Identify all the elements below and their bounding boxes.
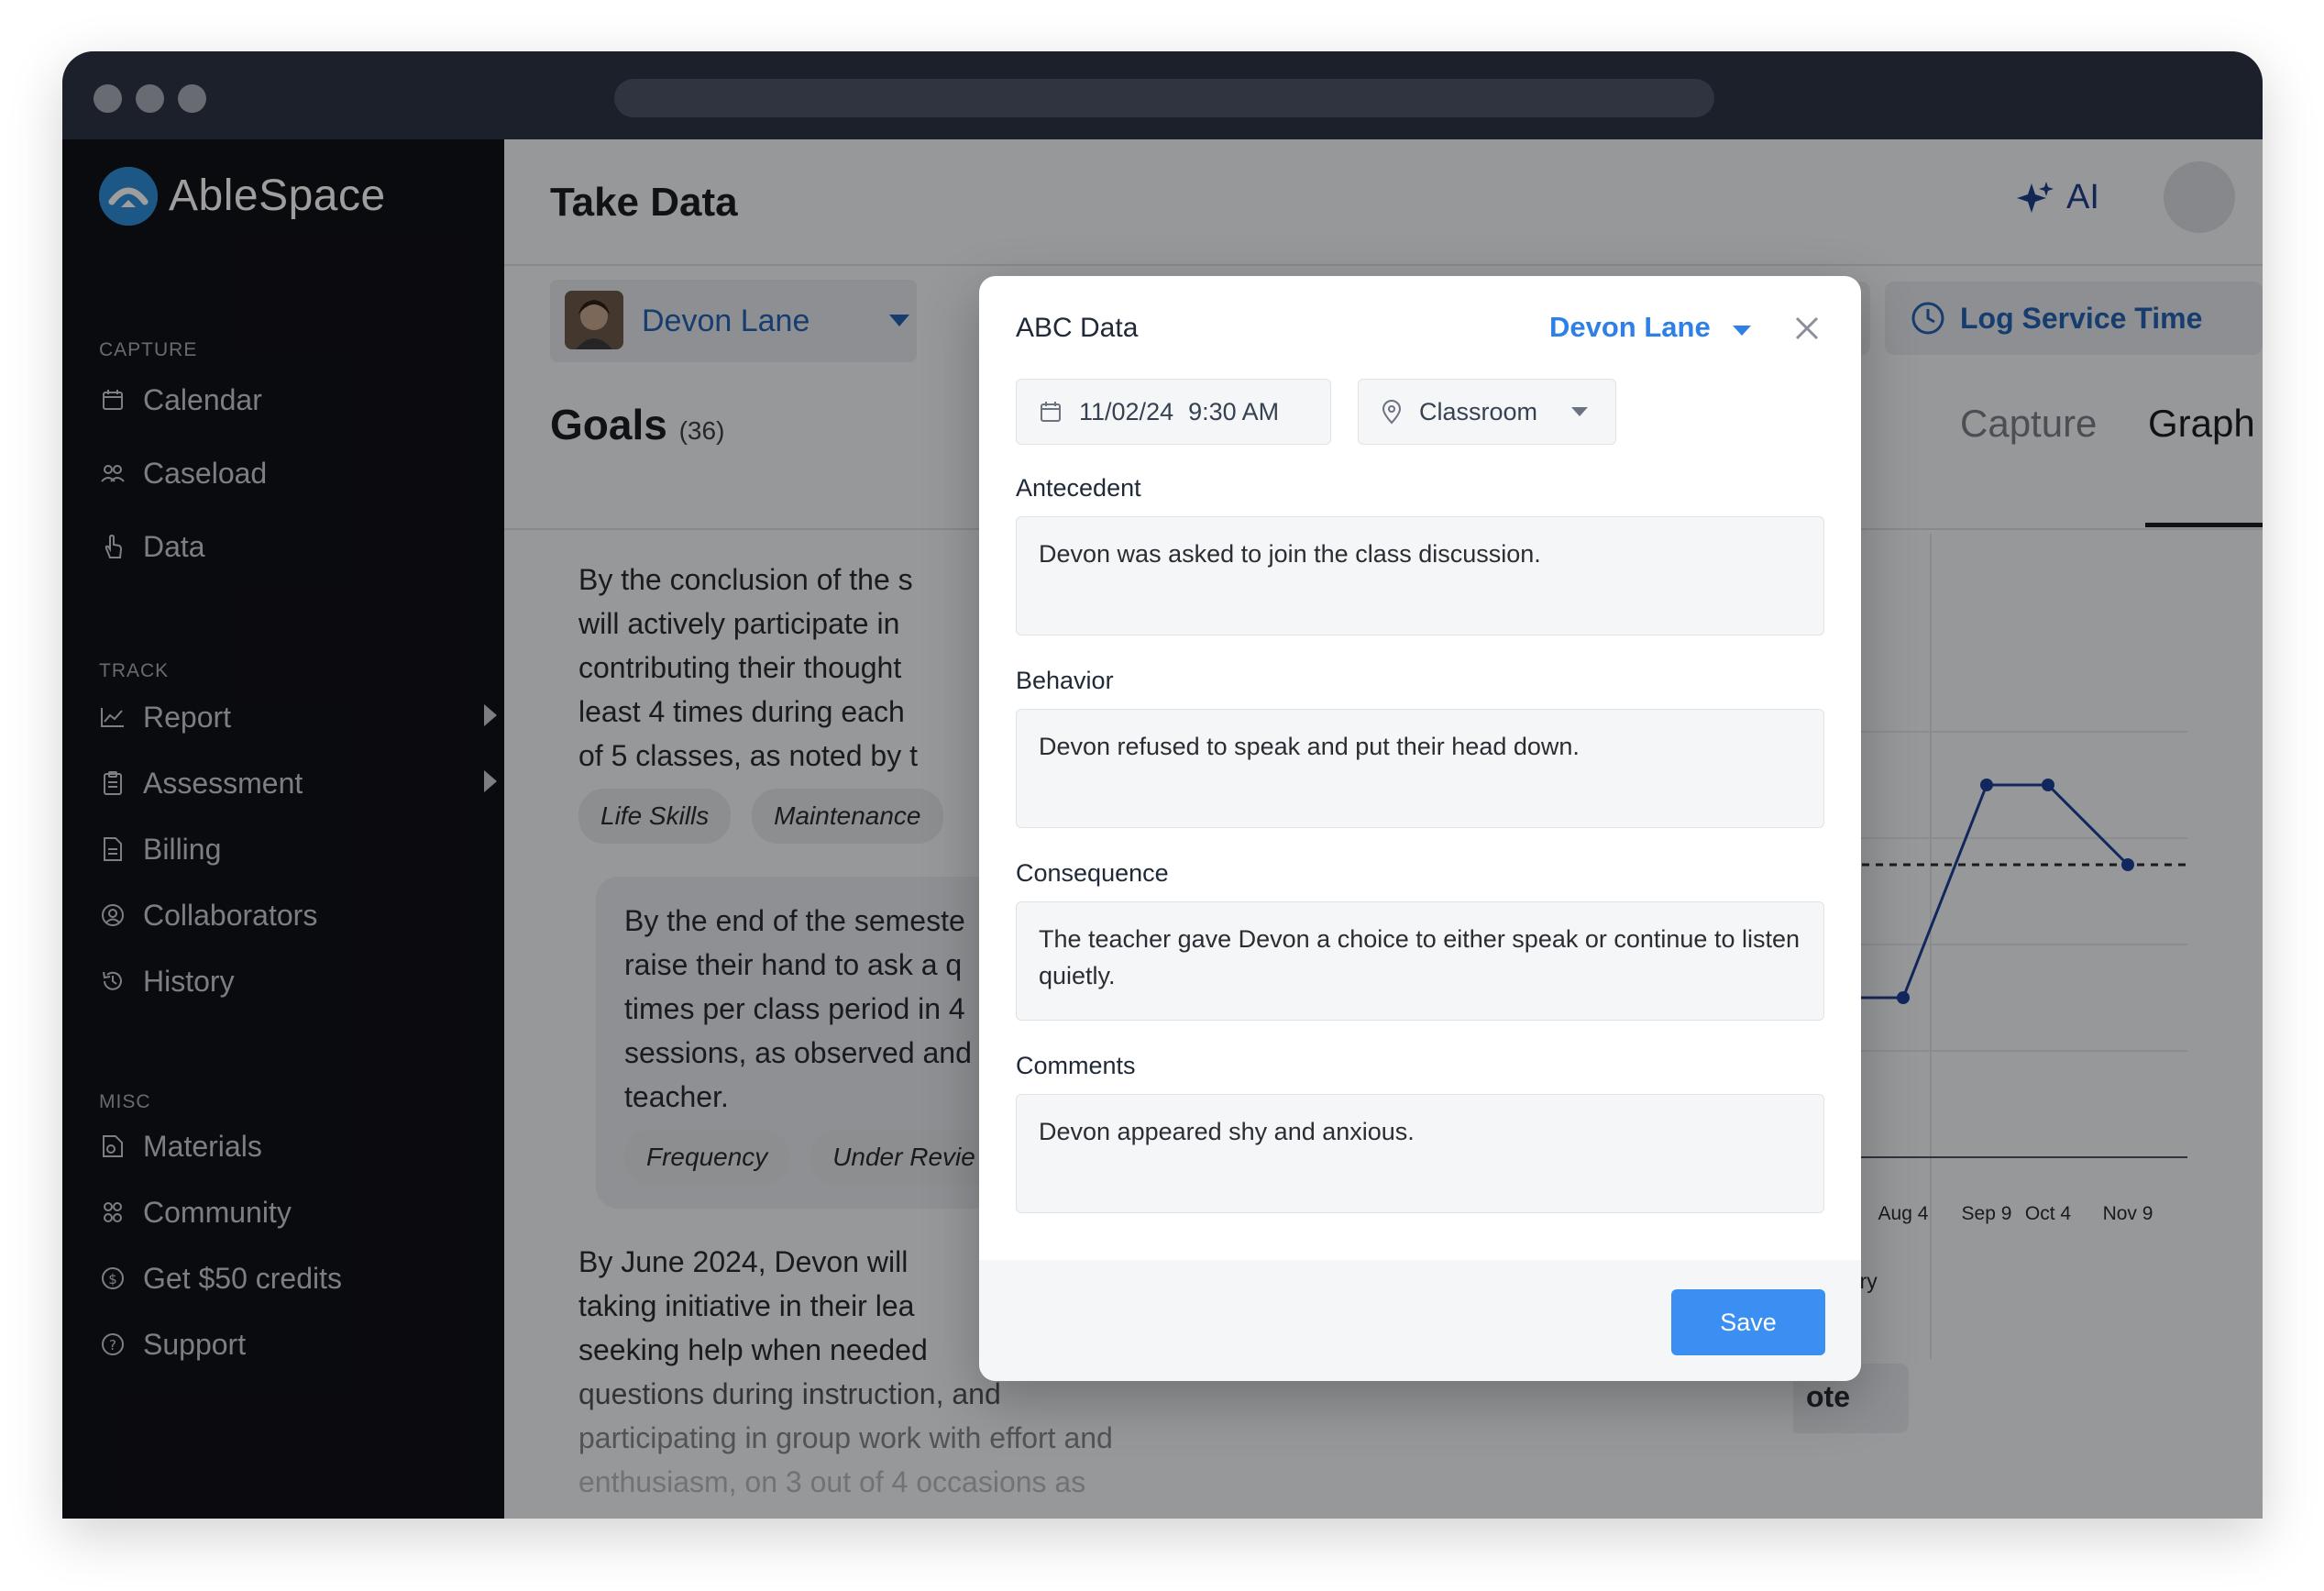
calendar-icon — [1039, 400, 1063, 424]
location-value: Classroom — [1419, 397, 1538, 425]
consequence-label: Consequence — [1016, 859, 1169, 887]
comments-input[interactable]: Devon appeared shy and anxious. — [1016, 1094, 1824, 1213]
date-time-field[interactable]: 11/02/24 9:30 AM — [1016, 379, 1331, 445]
location-select[interactable]: Classroom — [1358, 379, 1616, 445]
caret-down-icon[interactable] — [1733, 326, 1751, 336]
modal-title: ABC Data — [1016, 313, 1139, 343]
browser-window: AbleSpace CAPTURE Calendar Caseload Data… — [62, 51, 2263, 1519]
modal-footer: Save — [979, 1260, 1861, 1381]
comments-label: Comments — [1016, 1052, 1136, 1079]
save-button[interactable]: Save — [1671, 1289, 1825, 1355]
behavior-input[interactable]: Devon refused to speak and put their hea… — [1016, 709, 1824, 828]
antecedent-input[interactable]: Devon was asked to join the class discus… — [1016, 516, 1824, 635]
consequence-input[interactable]: The teacher gave Devon a choice to eithe… — [1016, 901, 1824, 1021]
antecedent-label: Antecedent — [1016, 474, 1141, 502]
time-value: 9:30 AM — [1188, 397, 1280, 425]
abc-data-modal: ABC Data Devon Lane 11/02/24 9:30 AM Cla… — [979, 276, 1861, 1381]
map-pin-icon — [1381, 399, 1403, 425]
modal-student-selector[interactable]: Devon Lane — [1549, 311, 1711, 344]
date-value: 11/02/24 — [1079, 397, 1174, 425]
close-icon[interactable] — [1793, 315, 1821, 342]
behavior-label: Behavior — [1016, 667, 1114, 694]
caret-down-icon — [1571, 407, 1588, 416]
